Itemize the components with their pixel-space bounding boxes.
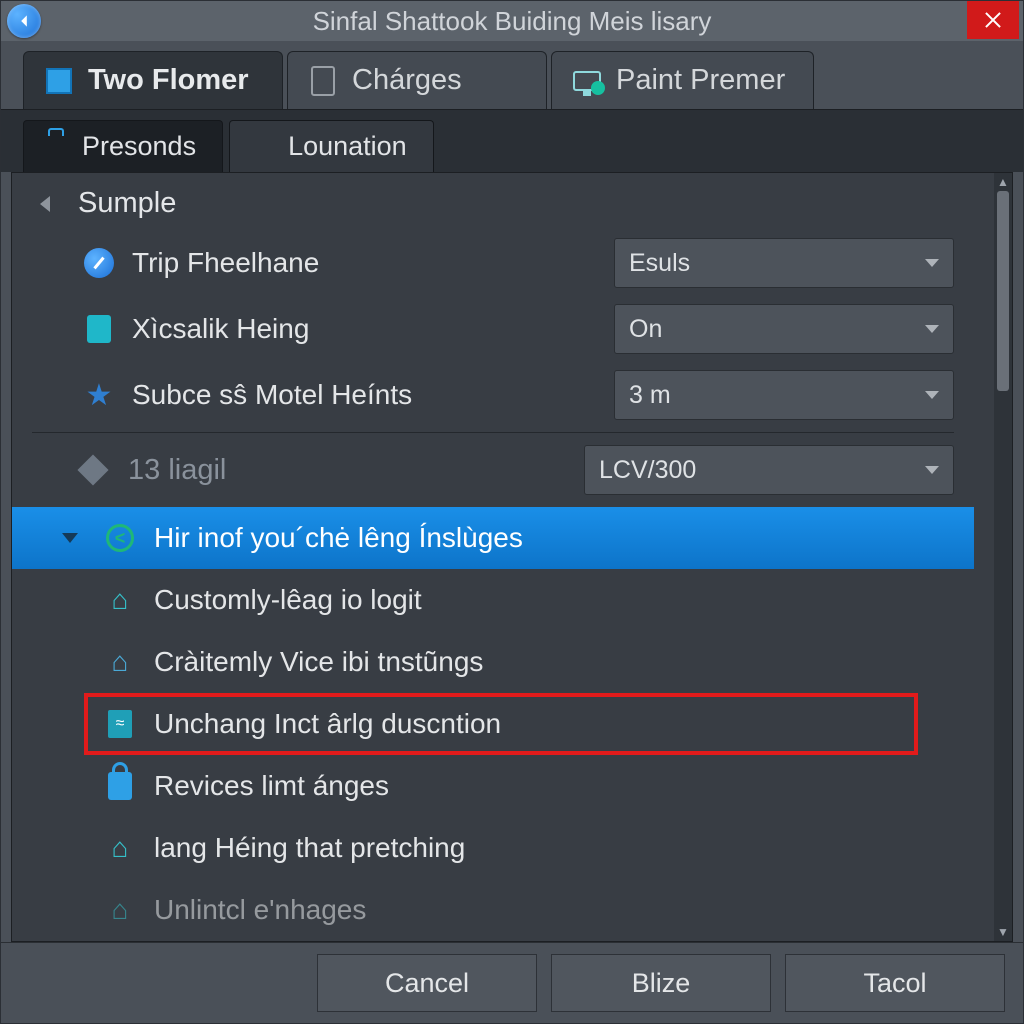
list-label: Unchang Inct ârlg duscntion (154, 708, 501, 740)
scroll-down-icon[interactable]: ▼ (994, 923, 1012, 941)
house-icon: ⌂ (104, 894, 136, 926)
subtab-presonds[interactable]: Presonds (23, 120, 223, 172)
chevron-down-icon (925, 259, 939, 267)
disclosure-icon (40, 196, 50, 212)
group-sumple[interactable]: Sumple (12, 173, 974, 230)
sub-tab-bar: Presonds Lounation (1, 109, 1023, 172)
list-label: Hir inof you´chė lêng Ínslùges (154, 522, 523, 554)
prop-xicsalik-heing: Xìcsalik Heing On (12, 296, 974, 362)
footer: Cancel Blize Tacol (1, 942, 1023, 1023)
tab-label: Two Flomer (88, 64, 249, 97)
subtab-lounation[interactable]: Lounation (229, 120, 434, 172)
list-label: lang Héing that pretching (154, 832, 465, 864)
list-label: Cràitemly Vice ibi tnstũngs (154, 646, 483, 678)
prop-trip-fheelhane: Trip Fheelhane Esuls (12, 230, 974, 296)
star-icon: ★ (82, 378, 116, 412)
button-label: Tacol (863, 968, 926, 999)
house-icon: ⌂ (104, 832, 136, 864)
disclosure-down-icon (62, 533, 78, 543)
list-item-customly-leag[interactable]: ⌂ Customly-lêag io logit (12, 569, 974, 631)
select-subce-motel-heints[interactable]: 3 m (614, 370, 954, 420)
prop-subce-motel-heints: ★ Subce sŝ Motel Heínts 3 m (12, 362, 974, 428)
monitor-icon (572, 66, 602, 96)
select-value: On (629, 315, 662, 344)
check-circle-icon: < (104, 522, 136, 554)
lock-icon (104, 770, 136, 802)
back-button[interactable] (7, 4, 41, 38)
diamond-icon (77, 455, 108, 486)
list-item-craitemly-vice[interactable]: ⌂ Cràitemly Vice ibi tnstũngs (12, 631, 974, 693)
folder-monitor-icon (248, 134, 274, 160)
house-icon: ⌂ (104, 584, 136, 616)
select-value: Esuls (629, 249, 690, 278)
scroll-thumb[interactable] (997, 191, 1009, 391)
house-icon: ⌂ (104, 646, 136, 678)
tab-charges[interactable]: Chárges (287, 51, 547, 109)
chevron-down-icon (925, 466, 939, 474)
tab-two-flomer[interactable]: Two Flomer (23, 51, 283, 109)
titlebar: Sinfal Shattook Buiding Meis lisary (1, 1, 1023, 41)
content-area: Sumple Trip Fheelhane Esuls Xìcsalik Hei… (11, 172, 1013, 942)
window-title: Sinfal Shattook Buiding Meis lisary (1, 6, 1023, 37)
prop-label: Xìcsalik Heing (132, 313, 598, 345)
select-lcv300[interactable]: LCV/300 (584, 445, 954, 495)
select-value: LCV/300 (599, 456, 696, 485)
list-section: < Hir inof you´chė lêng Ínslùges ⌂ Custo… (12, 503, 974, 941)
back-arrow-icon (17, 14, 31, 28)
list-item-hir-inof[interactable]: < Hir inof you´chė lêng Ínslùges (12, 507, 974, 569)
list-label: Revices limt ánges (154, 770, 389, 802)
list-label: Customly-lêag io logit (154, 584, 422, 616)
list-item-lang-heing[interactable]: ⌂ lang Héing that pretching (12, 817, 974, 879)
blize-button[interactable]: Blize (551, 954, 771, 1012)
list-item-unchang-inct[interactable]: ≈ Unchang Inct ârlg duscntion (84, 693, 918, 755)
select-value: 3 m (629, 381, 671, 410)
scroll-area: Sumple Trip Fheelhane Esuls Xìcsalik Hei… (12, 173, 994, 941)
close-button[interactable] (967, 1, 1019, 39)
button-label: Cancel (385, 968, 469, 999)
tab-label: Paint Premer (616, 64, 785, 97)
mid-label: 13 liagil (128, 454, 568, 487)
trash-icon (82, 312, 116, 346)
button-label: Blize (632, 968, 691, 999)
cancel-button[interactable]: Cancel (317, 954, 537, 1012)
list-item-unlintcl[interactable]: ⌂ Unlintcl e'nhages (12, 879, 974, 941)
list-label: Unlintcl e'nhages (154, 894, 366, 926)
device-outline-icon (308, 66, 338, 96)
dialog-window: Sinfal Shattook Buiding Meis lisary Two … (0, 0, 1024, 1024)
vertical-scrollbar[interactable]: ▲ ▼ (994, 173, 1012, 941)
select-xicsalik-heing[interactable]: On (614, 304, 954, 354)
row-13-liagil: 13 liagil LCV/300 (12, 437, 974, 503)
top-tab-bar: Two Flomer Chárges Paint Premer (1, 41, 1023, 109)
document-icon: ≈ (104, 708, 136, 740)
prop-label: Subce sŝ Motel Heínts (132, 379, 598, 411)
chevron-down-icon (925, 325, 939, 333)
chevron-down-icon (925, 391, 939, 399)
subtab-label: Presonds (82, 131, 196, 162)
group-title: Sumple (78, 187, 176, 220)
compass-icon (82, 246, 116, 280)
floppy-icon (44, 66, 74, 96)
select-trip-fheelhane[interactable]: Esuls (614, 238, 954, 288)
prop-label: Trip Fheelhane (132, 247, 598, 279)
subtab-label: Lounation (288, 131, 407, 162)
list-item-revices-limt[interactable]: Revices limt ánges (12, 755, 974, 817)
divider (32, 432, 954, 433)
tacol-button[interactable]: Tacol (785, 954, 1005, 1012)
scroll-up-icon[interactable]: ▲ (994, 173, 1012, 191)
tab-label: Chárges (352, 64, 462, 97)
briefcase-icon (42, 134, 68, 160)
tab-paint-premer[interactable]: Paint Premer (551, 51, 814, 109)
